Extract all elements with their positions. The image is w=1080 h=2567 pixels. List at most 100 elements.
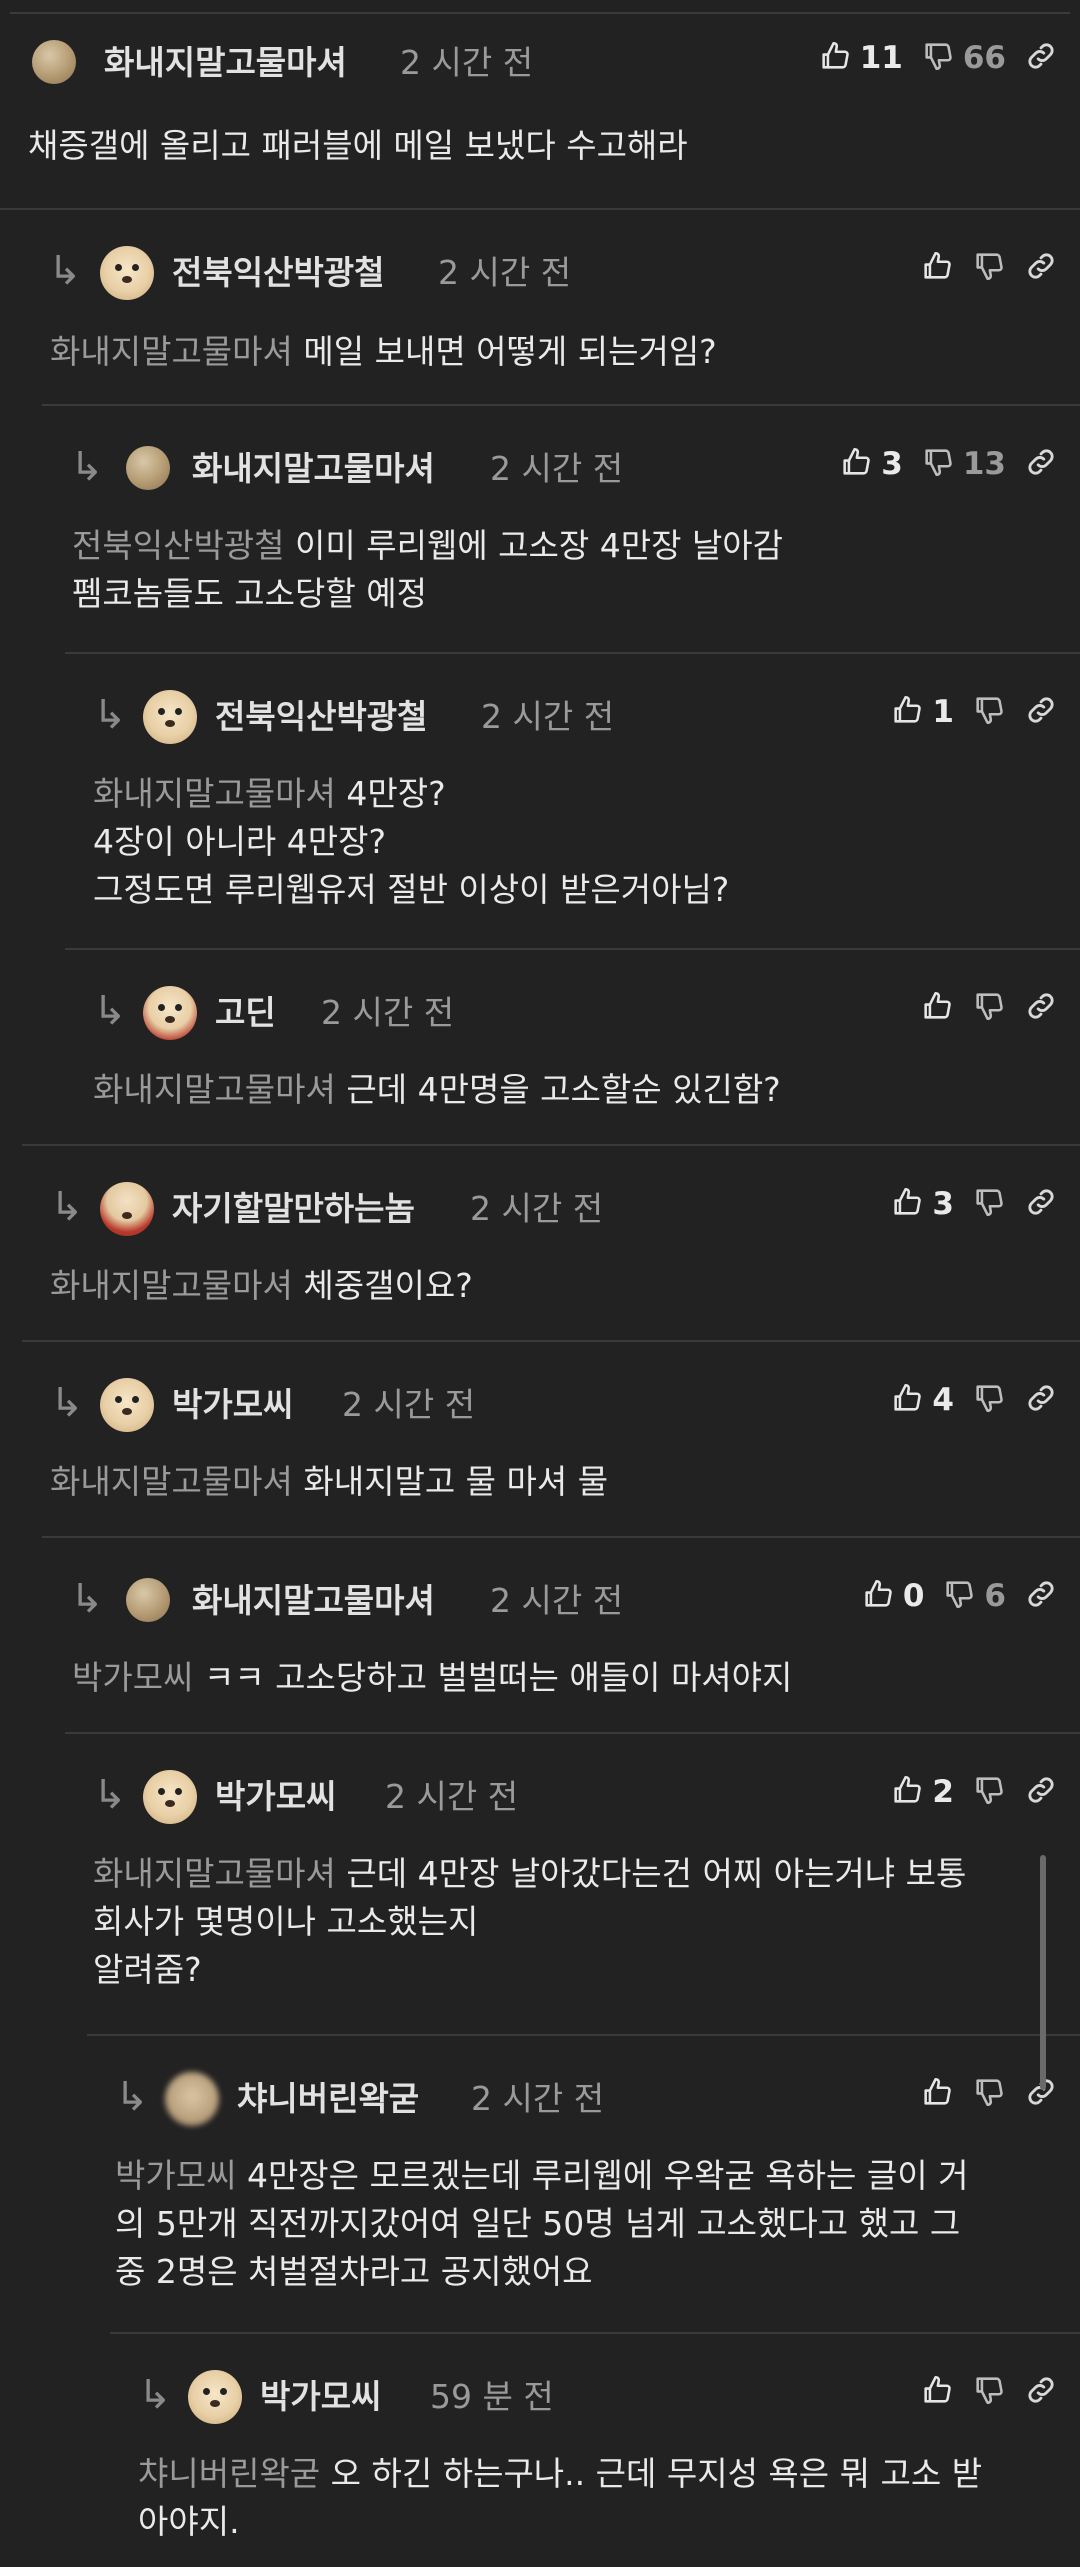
upvote-button[interactable]: 4	[890, 1381, 954, 1419]
comment-text: 근데 4만명을 고소할순 있긴함?	[346, 1070, 781, 1109]
comment-text: 오 하긴 하는구나.. 근데 무지성 욕은 뭐 고소 받	[330, 2454, 983, 2493]
downvote-button[interactable]	[972, 2373, 1006, 2411]
reply-comment: ↳ 전북익산박광철 2 시간 전 1 화내지말고물마셔 4만장? 4장이 아니라 4만장?…	[65, 652, 1080, 948]
reply-comment: ↳ 챠니버린왁굳 2 시간 전박가모씨 4만장은 모르겠는데 루리웹에 우왁굳 욕하…	[87, 2034, 1080, 2332]
comment-text: 이미 루리웹에 고소장 4만장 날아감	[295, 526, 784, 565]
thumbs-down-icon	[972, 1381, 1006, 1419]
comment-author[interactable]: 챠니버린왁굳	[237, 2072, 419, 2120]
comment-body: 챠니버린왁굳 오 하긴 하는구나.. 근데 무지성 욕은 뭐 고소 받 아야지.	[138, 2450, 1040, 2546]
mention-link[interactable]: 화내지말고물마셔	[50, 332, 293, 371]
upvote-button[interactable]: 11	[818, 39, 903, 77]
mention-link[interactable]: 화내지말고물마셔	[50, 1266, 293, 1305]
comment-author[interactable]: 화내지말고물마셔	[192, 442, 435, 490]
comment-text: 알려줌?	[93, 1950, 202, 1989]
mention-link[interactable]: 화내지말고물마셔	[50, 1462, 293, 1501]
comment-line: 중 2명은 처벌절차라고 공지했어요	[115, 2248, 1040, 2296]
upvote-button[interactable]	[920, 2373, 954, 2411]
mention-link[interactable]: 박가모씨	[72, 1658, 193, 1697]
comment-header: ↳ 챠니버린왁굳 2 시간 전	[87, 2036, 1080, 2136]
downvote-button[interactable]: 13	[921, 445, 1006, 483]
copy-link-button[interactable]	[1024, 693, 1058, 731]
avatar	[100, 1378, 154, 1432]
thumbs-up-icon	[920, 989, 954, 1027]
copy-link-button[interactable]	[1024, 2373, 1058, 2411]
downvote-button[interactable]	[972, 989, 1006, 1027]
comment-author[interactable]: 박가모씨	[172, 1378, 293, 1426]
comment-line: 4장이 아니라 4만장?	[93, 818, 1040, 866]
mention-link[interactable]: 박가모씨	[115, 2156, 236, 2195]
comment-text: 메일 보내면 어떻게 되는거임?	[303, 332, 717, 371]
comment-author[interactable]: 화내지말고물마셔	[104, 36, 347, 84]
comment-author[interactable]: 박가모씨	[260, 2370, 381, 2418]
upvote-button[interactable]	[920, 249, 954, 287]
comment-line: 박가모씨 4만장은 모르겠는데 루리웹에 우왁굳 욕하는 글이 거	[115, 2152, 1040, 2200]
comment-author[interactable]: 고딘	[215, 986, 276, 1034]
comment-actions: 1	[872, 684, 1058, 740]
comment-time: 2 시간 전	[471, 2079, 605, 2118]
comment-header: ↳ 박가모씨 2 시간 전 2	[65, 1734, 1080, 1834]
mention-link[interactable]: 챠니버린왁굳	[138, 2454, 320, 2493]
avatar	[188, 2370, 242, 2424]
mention-link[interactable]: 전북익산박광철	[72, 526, 285, 565]
copy-link-button[interactable]	[1024, 39, 1058, 77]
comment-header: ↳ 전북익산박광철 2 시간 전	[0, 210, 1080, 310]
upvote-button[interactable]: 2	[890, 1773, 954, 1811]
copy-link-button[interactable]	[1024, 249, 1058, 287]
comment-line: 채증갤에 올리고 패러블에 메일 보냈다 수고해라	[28, 122, 1040, 170]
upvote-button[interactable]	[920, 989, 954, 1027]
mention-link[interactable]: 화내지말고물마셔	[93, 1070, 336, 1109]
upvote-button[interactable]	[920, 2075, 954, 2113]
reply-arrow-icon: ↳	[70, 1576, 104, 1622]
mention-link[interactable]: 화내지말고물마셔	[93, 774, 336, 813]
comment-author[interactable]: 박가모씨	[215, 1770, 336, 1818]
reply-comment: ↳ 박가모씨 2 시간 전 4 화내지말고물마셔 화내지말고 물 마셔 물	[22, 1340, 1080, 1536]
copy-link-button[interactable]	[1024, 989, 1058, 1027]
downvote-button[interactable]: 66	[921, 39, 1006, 77]
comment-actions: 11 66	[800, 30, 1058, 86]
reply-comment: ↳ 고딘 2 시간 전화내지말고물마셔 근데 4만명을 고소할순 있긴함?	[65, 948, 1080, 1144]
reply-arrow-icon: ↳	[50, 1380, 84, 1426]
link-icon	[1024, 2373, 1058, 2411]
comment-text: ㅋㅋ 고소당하고 벌벌떠는 애들이 마셔야지	[203, 1658, 793, 1697]
downvote-button[interactable]	[972, 1185, 1006, 1223]
copy-link-button[interactable]	[1024, 1773, 1058, 1811]
comment-actions: 2	[872, 1764, 1058, 1820]
avatar	[165, 2072, 219, 2126]
copy-link-button[interactable]	[1024, 1577, 1058, 1615]
upvote-button[interactable]: 3	[839, 445, 903, 483]
reply-comment: ↳ 화내지말고물마셔 2 시간 전 3 13 전북익산박광철 이미 루리웹에 고소장 4만…	[42, 404, 1080, 652]
comment-author[interactable]: 자기할말만하는놈	[172, 1182, 415, 1230]
mention-link[interactable]: 화내지말고물마셔	[93, 1854, 336, 1893]
avatar	[100, 246, 154, 300]
copy-link-button[interactable]	[1024, 445, 1058, 483]
comment-body: 채증갤에 올리고 패러블에 메일 보냈다 수고해라	[28, 122, 1040, 170]
comment-line: 알려줌?	[93, 1946, 1040, 1994]
reply-arrow-icon: ↳	[70, 444, 104, 490]
comment-body: 화내지말고물마셔 화내지말고 물 마셔 물	[50, 1458, 1040, 1506]
comment-author[interactable]: 화내지말고물마셔	[192, 1574, 435, 1622]
scrollbar[interactable]	[1040, 1855, 1046, 2090]
downvote-button[interactable]	[972, 693, 1006, 731]
comment-line: 화내지말고물마셔 체중갤이요?	[50, 1262, 1040, 1310]
copy-link-button[interactable]	[1024, 1185, 1058, 1223]
thumbs-down-icon	[972, 2373, 1006, 2411]
comment-actions	[902, 240, 1058, 296]
comment-header: ↳ 고딘 2 시간 전	[65, 950, 1080, 1050]
upvote-button[interactable]: 3	[890, 1185, 954, 1223]
copy-link-button[interactable]	[1024, 1381, 1058, 1419]
upvote-count: 11	[859, 40, 903, 76]
downvote-button[interactable]	[972, 2075, 1006, 2113]
downvote-button[interactable]: 6	[942, 1577, 1006, 1615]
upvote-button[interactable]: 1	[890, 693, 954, 731]
downvote-button[interactable]	[972, 1381, 1006, 1419]
comment-author[interactable]: 전북익산박광철	[215, 690, 428, 738]
comment-line: 회사가 몇명이나 고소했는지	[93, 1898, 1040, 1946]
downvote-count: 66	[962, 40, 1006, 76]
reply-arrow-icon: ↳	[93, 1772, 127, 1818]
downvote-button[interactable]	[972, 249, 1006, 287]
upvote-button[interactable]: 0	[861, 1577, 924, 1615]
downvote-button[interactable]	[972, 1773, 1006, 1811]
thumbs-up-icon	[890, 1185, 924, 1223]
reply-arrow-icon: ↳	[115, 2074, 149, 2120]
comment-author[interactable]: 전북익산박광철	[172, 246, 385, 294]
